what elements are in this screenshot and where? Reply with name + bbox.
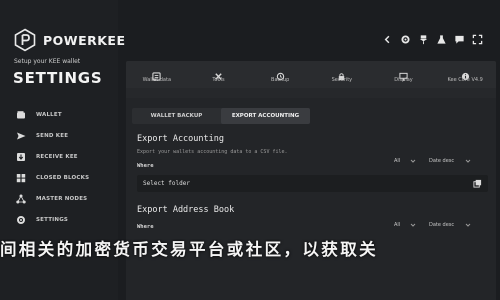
- filter-select[interactable]: All: [390, 219, 420, 231]
- tab-label: Tools: [212, 77, 225, 83]
- send-icon: [16, 131, 26, 141]
- tab-tools[interactable]: Tools: [188, 61, 250, 88]
- external-link-icon: [473, 179, 482, 188]
- brand-name: POWERKEE: [43, 32, 126, 48]
- folder-select-input[interactable]: Select folder: [137, 175, 488, 192]
- settings-tabbar: Wallet data Tools Backup Security Displa…: [126, 61, 496, 88]
- sidebar-item-label: CLOSED BLOCKS: [36, 174, 90, 181]
- sort-select-value: Date desc: [429, 222, 455, 228]
- chevron-left-icon[interactable]: [378, 30, 396, 48]
- tab-kee-core[interactable]: Kee Core V4.9: [434, 61, 496, 88]
- top-toolbar: [378, 30, 486, 48]
- folder-select-placeholder: Select folder: [143, 180, 190, 187]
- chat-icon[interactable]: [450, 30, 468, 48]
- setup-subtitle: Setup your KEE wallet: [14, 58, 81, 65]
- sort-select[interactable]: Date desc: [425, 219, 475, 231]
- subtab-group: WALLET BACKUP EXPORT ACCOUNTING: [132, 108, 310, 124]
- sidebar-item-settings[interactable]: SETTINGS: [0, 209, 118, 230]
- sidebar-item-send-kee[interactable]: SEND KEE: [0, 125, 118, 146]
- sort-select-value: Date desc: [429, 158, 455, 164]
- pin-icon[interactable]: [414, 30, 432, 48]
- display-icon: [399, 66, 408, 81]
- chevron-down-icon: [465, 223, 471, 227]
- filter-select-value: All: [394, 222, 401, 228]
- info-icon: [461, 66, 470, 81]
- subtab-export-accounting[interactable]: EXPORT ACCOUNTING: [221, 108, 310, 124]
- export-address-book-title: Export Address Book: [137, 205, 235, 215]
- flask-icon[interactable]: [432, 30, 450, 48]
- settings-icon: [16, 215, 26, 225]
- tab-label: Wallet data: [142, 77, 172, 83]
- tab-backup[interactable]: Backup: [249, 61, 311, 88]
- wallet-data-icon: [152, 66, 161, 81]
- sidebar-item-wallet[interactable]: WALLET: [0, 104, 118, 125]
- sidebar-item-label: SEND KEE: [36, 132, 69, 139]
- tab-label: Security: [331, 77, 353, 83]
- where-label: Where: [137, 224, 154, 230]
- sidebar-item-label: MASTER NODES: [36, 195, 88, 202]
- backup-icon: [276, 66, 285, 81]
- blocks-icon: [16, 173, 26, 183]
- sidebar-item-label: RECEIVE KEE: [36, 153, 78, 160]
- chevron-down-icon: [465, 159, 471, 163]
- tab-security[interactable]: Security: [311, 61, 373, 88]
- sidebar-item-master-nodes[interactable]: MASTER NODES: [0, 188, 118, 209]
- powerkee-logo-icon: [14, 28, 36, 52]
- overlay-banner-text: 间相关的加密货币交易平台或社区，以获取关: [0, 240, 378, 259]
- sidebar-item-label: SETTINGS: [36, 216, 69, 223]
- subtab-wallet-backup[interactable]: WALLET BACKUP: [132, 108, 221, 124]
- sidebar-nav: WALLET SEND KEE RECEIVE KEE CLOSED BLOCK…: [0, 104, 118, 230]
- settings-icon[interactable]: [396, 30, 414, 48]
- tab-label: Display: [394, 77, 413, 83]
- chevron-down-icon: [410, 159, 416, 163]
- export-accounting-description: Export your wallets accounting data to a…: [137, 149, 288, 155]
- nodes-icon: [16, 194, 26, 204]
- tab-wallet-data[interactable]: Wallet data: [126, 61, 188, 88]
- sidebar-item-receive-kee[interactable]: RECEIVE KEE: [0, 146, 118, 167]
- export-accounting-title: Export Accounting: [137, 134, 224, 144]
- main-panel: Wallet data Tools Backup Security Displa…: [126, 61, 496, 300]
- sidebar-item-label: WALLET: [36, 111, 62, 118]
- expand-icon[interactable]: [468, 30, 486, 48]
- receive-icon: [16, 152, 26, 162]
- tab-display[interactable]: Display: [373, 61, 435, 88]
- chevron-down-icon: [410, 223, 416, 227]
- filter-select-value: All: [394, 158, 401, 164]
- sidebar-item-closed-blocks[interactable]: CLOSED BLOCKS: [0, 167, 118, 188]
- sort-select[interactable]: Date desc: [425, 155, 475, 167]
- where-label: Where: [137, 163, 154, 169]
- security-icon: [337, 66, 346, 81]
- filter-select[interactable]: All: [390, 155, 420, 167]
- brand-logo[interactable]: POWERKEE: [13, 28, 126, 52]
- tab-label: Backup: [271, 77, 290, 83]
- settings-content: WALLET BACKUP EXPORT ACCOUNTING Export A…: [126, 98, 496, 300]
- tab-label: Kee Core V4.9: [447, 77, 483, 83]
- page-title: SETTINGS: [13, 69, 103, 87]
- wallet-icon: [16, 110, 26, 120]
- tools-icon: [214, 66, 223, 80]
